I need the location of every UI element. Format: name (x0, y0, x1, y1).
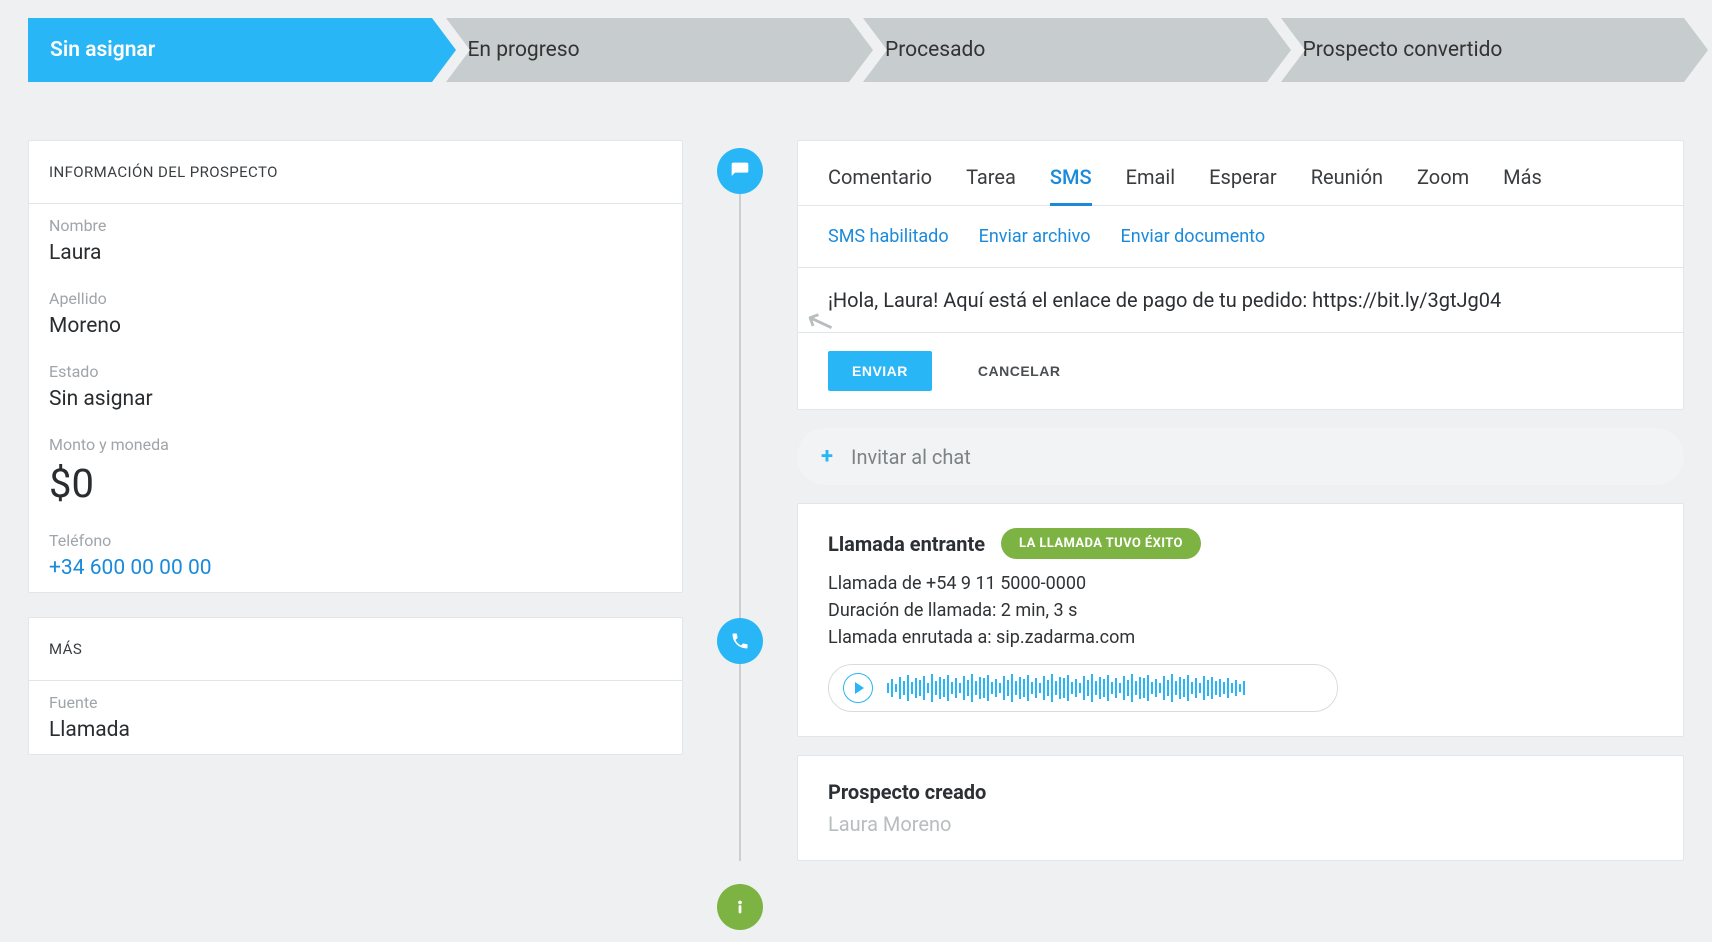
call-duration: Duración de llamada: 2 min, 3 s (828, 600, 1653, 621)
sms-sub-actions: SMS habilitado Enviar archivo Enviar doc… (798, 206, 1683, 268)
timeline (705, 140, 775, 861)
created-by: Laura Moreno (828, 812, 1653, 836)
sms-enabled-link[interactable]: SMS habilitado (828, 226, 949, 247)
play-button[interactable] (843, 673, 873, 703)
step-en-progreso[interactable]: En progreso (446, 18, 850, 82)
tab-zoom[interactable]: Zoom (1417, 159, 1469, 205)
call-status-badge: LA LLAMADA TUVO ÉXITO (1001, 528, 1201, 559)
step-procesado[interactable]: Procesado (863, 18, 1267, 82)
activity-composer: Comentario Tarea SMS Email Esperar Reuni… (797, 140, 1684, 410)
waveform[interactable] (887, 673, 1323, 703)
play-icon (855, 682, 864, 694)
incoming-call-card: Llamada entrante LA LLAMADA TUVO ÉXITO L… (797, 503, 1684, 737)
prospect-info-card: INFORMACIÓN DEL PROSPECTO Nombre Laura A… (28, 140, 683, 593)
send-button[interactable]: ENVIAR (828, 351, 932, 391)
surname-value[interactable]: Moreno (49, 314, 662, 338)
plus-icon: + (821, 444, 833, 469)
tab-comentario[interactable]: Comentario (828, 159, 932, 205)
prospect-created-card: Prospecto creado Laura Moreno (797, 755, 1684, 861)
created-title: Prospecto creado (828, 780, 1653, 804)
amount-label: Monto y moneda (49, 435, 662, 454)
source-label: Fuente (49, 693, 662, 712)
card-header: INFORMACIÓN DEL PROSPECTO (29, 141, 682, 204)
call-from: Llamada de +54 9 11 5000-0000 (828, 573, 1653, 594)
tab-sms[interactable]: SMS (1050, 159, 1092, 205)
send-file-link[interactable]: Enviar archivo (979, 226, 1091, 247)
tab-tarea[interactable]: Tarea (966, 159, 1016, 205)
tab-mas[interactable]: Más (1503, 159, 1542, 205)
name-value[interactable]: Laura (49, 241, 662, 265)
sms-message-input[interactable]: ↖ ¡Hola, Laura! Aquí está el enlace de p… (798, 268, 1683, 333)
sms-message-text: ¡Hola, Laura! Aquí está el enlace de pag… (828, 288, 1501, 312)
source-value[interactable]: Llamada (49, 718, 662, 742)
name-label: Nombre (49, 216, 662, 235)
step-sin-asignar[interactable]: Sin asignar (28, 18, 432, 82)
invite-label: Invitar al chat (851, 445, 971, 469)
card-header: MÁS (29, 618, 682, 681)
info-icon (717, 884, 763, 930)
step-label: Sin asignar (50, 38, 155, 62)
phone-value[interactable]: +34 600 00 00 00 (49, 556, 662, 580)
step-label: Procesado (885, 38, 985, 62)
status-label: Estado (49, 362, 662, 381)
call-routed: Llamada enrutada a: sip.zadarma.com (828, 627, 1653, 648)
tab-esperar[interactable]: Esperar (1209, 159, 1277, 205)
phone-icon (717, 618, 763, 664)
timeline-line (739, 182, 741, 861)
composer-tabs: Comentario Tarea SMS Email Esperar Reuni… (798, 141, 1683, 206)
send-document-link[interactable]: Enviar documento (1121, 226, 1266, 247)
step-label: En progreso (468, 38, 580, 62)
comment-icon (717, 148, 763, 194)
phone-label: Teléfono (49, 531, 662, 550)
tab-email[interactable]: Email (1126, 159, 1176, 205)
more-card: MÁS Fuente Llamada (28, 617, 683, 755)
tab-reunion[interactable]: Reunión (1311, 159, 1383, 205)
step-label: Prospecto convertido (1303, 38, 1503, 62)
invite-to-chat[interactable]: + Invitar al chat (797, 428, 1684, 485)
step-prospecto-convertido[interactable]: Prospecto convertido (1281, 18, 1685, 82)
call-recording-player (828, 664, 1338, 712)
amount-value[interactable]: $0 (49, 460, 662, 507)
cancel-button[interactable]: CANCELAR (954, 351, 1085, 391)
pipeline-steps: Sin asignar En progreso Procesado Prospe… (0, 0, 1712, 82)
surname-label: Apellido (49, 289, 662, 308)
call-title: Llamada entrante (828, 532, 985, 556)
status-value[interactable]: Sin asignar (49, 387, 662, 411)
